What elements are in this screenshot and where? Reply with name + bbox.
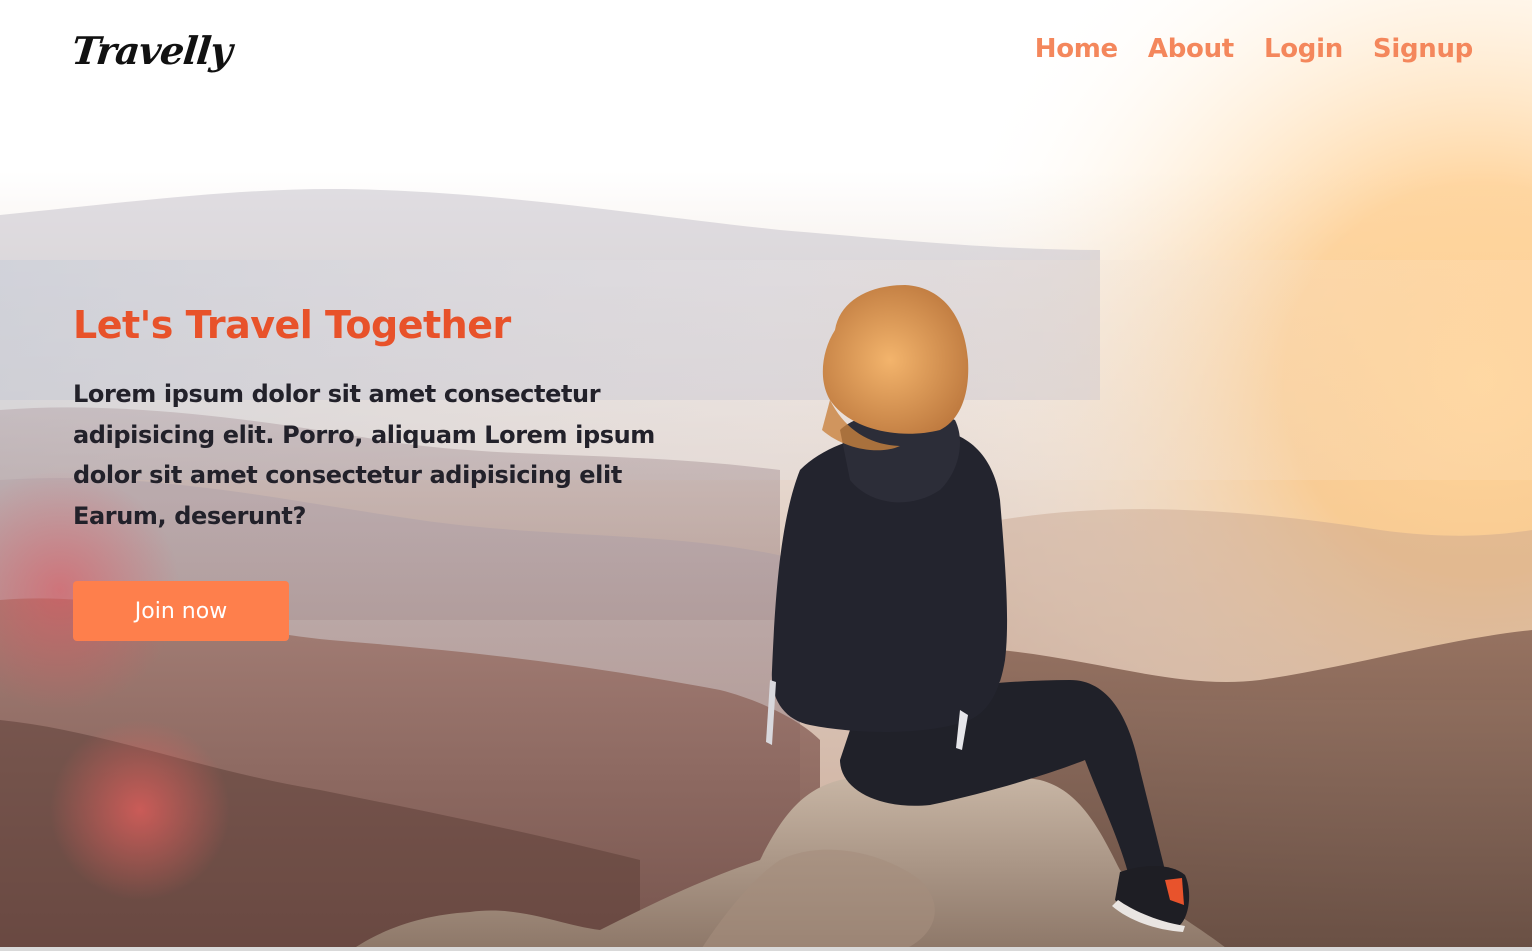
hero-description: Lorem ipsum dolor sit amet consectetur a… <box>73 380 655 530</box>
bottom-divider <box>0 947 1532 951</box>
nav-link-home[interactable]: Home <box>1035 34 1118 64</box>
brand-logo[interactable]: Travelly <box>70 28 234 73</box>
nav-link-signup[interactable]: Signup <box>1373 34 1473 64</box>
nav-link-about[interactable]: About <box>1148 34 1234 64</box>
hero-title: Let's Travel Together <box>73 303 511 347</box>
navbar: Travelly Home About Login Signup <box>0 0 1532 110</box>
landing-page: Travelly Home About Login Signup Let's T… <box>0 0 1532 951</box>
nav-links: Home About Login Signup <box>1035 34 1474 64</box>
nav-link-login[interactable]: Login <box>1264 34 1343 64</box>
hero-content: Let's Travel Together Lorem ipsum dolor … <box>73 298 713 536</box>
join-now-button[interactable]: Join now <box>73 581 289 641</box>
